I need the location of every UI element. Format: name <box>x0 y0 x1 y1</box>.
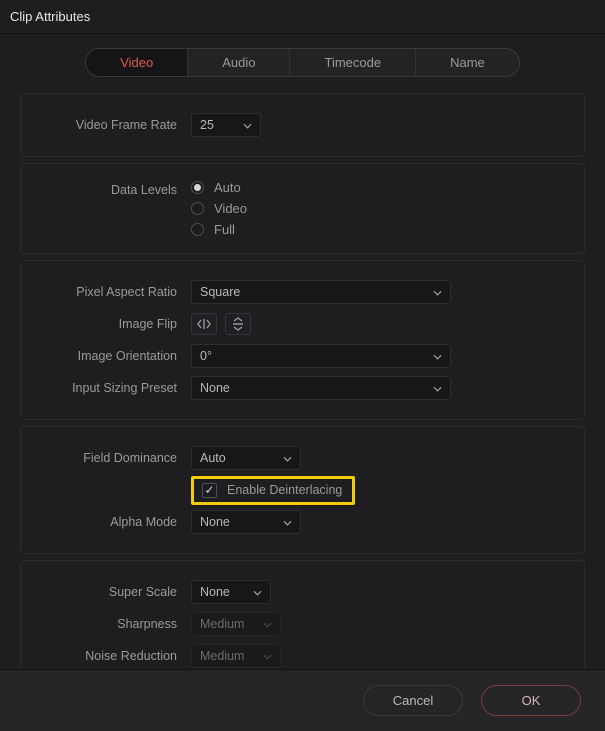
select-orientation-value: 0° <box>200 349 212 363</box>
footer: Cancel OK <box>0 669 605 731</box>
select-alpha-value: None <box>200 515 230 529</box>
panel-framerate: Video Frame Rate 25 <box>20 93 585 157</box>
chevron-down-icon <box>433 349 442 363</box>
label-frame-rate: Video Frame Rate <box>21 118 191 132</box>
chevron-down-icon <box>263 617 272 631</box>
select-frame-rate-value: 25 <box>200 118 214 132</box>
label-preset: Input Sizing Preset <box>21 381 191 395</box>
panel-geometry: Pixel Aspect Ratio Square Image Flip <box>20 260 585 420</box>
radio-label: Full <box>214 222 235 237</box>
radio-label: Video <box>214 201 247 216</box>
radio-group-data-levels: Auto Video Full <box>191 180 247 237</box>
chevron-down-icon <box>433 285 442 299</box>
label-noise-reduction: Noise Reduction <box>21 649 191 663</box>
tab-timecode[interactable]: Timecode <box>290 49 416 76</box>
chevron-down-icon <box>253 585 262 599</box>
radio-icon <box>191 223 204 236</box>
tab-pill: Video Audio Timecode Name <box>85 48 520 77</box>
tab-name[interactable]: Name <box>416 49 519 76</box>
label-enable-deinterlacing: Enable Deinterlacing <box>227 483 342 497</box>
select-frame-rate[interactable]: 25 <box>191 113 261 137</box>
select-noise-value: Medium <box>200 649 244 663</box>
panel-field: Field Dominance Auto Enable Deinterlacin… <box>20 426 585 554</box>
chevron-down-icon <box>433 381 442 395</box>
select-noise-reduction: Medium <box>191 644 281 668</box>
radio-data-levels-video[interactable]: Video <box>191 201 247 216</box>
titlebar: Clip Attributes <box>0 0 605 34</box>
ok-button[interactable]: OK <box>481 685 581 716</box>
select-par[interactable]: Square <box>191 280 451 304</box>
select-sharpness: Medium <box>191 612 281 636</box>
radio-data-levels-full[interactable]: Full <box>191 222 247 237</box>
label-par: Pixel Aspect Ratio <box>21 285 191 299</box>
label-super-scale: Super Scale <box>21 585 191 599</box>
label-field-dominance: Field Dominance <box>21 451 191 465</box>
select-scale-value: None <box>200 585 230 599</box>
flip-vertical-icon <box>231 317 245 331</box>
label-alpha-mode: Alpha Mode <box>21 515 191 529</box>
tab-video[interactable]: Video <box>86 49 188 76</box>
flip-horizontal-button[interactable] <box>191 313 217 335</box>
radio-label: Auto <box>214 180 241 195</box>
select-par-value: Square <box>200 285 240 299</box>
label-flip: Image Flip <box>21 317 191 331</box>
select-preset-value: None <box>200 381 230 395</box>
content-area: Video Frame Rate 25 Data Levels Auto <box>0 87 605 694</box>
tabbar: Video Audio Timecode Name <box>0 34 605 87</box>
highlight-annotation: Enable Deinterlacing <box>191 476 355 505</box>
checkbox-enable-deinterlacing[interactable] <box>202 483 217 498</box>
flip-horizontal-icon <box>197 317 211 331</box>
label-sharpness: Sharpness <box>21 617 191 631</box>
chevron-down-icon <box>283 515 292 529</box>
label-data-levels: Data Levels <box>21 180 191 197</box>
radio-icon <box>191 181 204 194</box>
panel-data-levels: Data Levels Auto Video Full <box>20 163 585 254</box>
select-field-value: Auto <box>200 451 226 465</box>
chevron-down-icon <box>243 118 252 132</box>
cancel-button[interactable]: Cancel <box>363 685 463 716</box>
flip-vertical-button[interactable] <box>225 313 251 335</box>
clip-attributes-window: Clip Attributes Video Audio Timecode Nam… <box>0 0 605 731</box>
select-field-dominance[interactable]: Auto <box>191 446 301 470</box>
tab-audio[interactable]: Audio <box>188 49 290 76</box>
select-orientation[interactable]: 0° <box>191 344 451 368</box>
radio-icon <box>191 202 204 215</box>
radio-data-levels-auto[interactable]: Auto <box>191 180 247 195</box>
select-super-scale[interactable]: None <box>191 580 271 604</box>
chevron-down-icon <box>263 649 272 663</box>
select-sharpness-value: Medium <box>200 617 244 631</box>
label-orientation: Image Orientation <box>21 349 191 363</box>
window-title: Clip Attributes <box>10 9 90 24</box>
select-preset[interactable]: None <box>191 376 451 400</box>
select-alpha-mode[interactable]: None <box>191 510 301 534</box>
chevron-down-icon <box>283 451 292 465</box>
